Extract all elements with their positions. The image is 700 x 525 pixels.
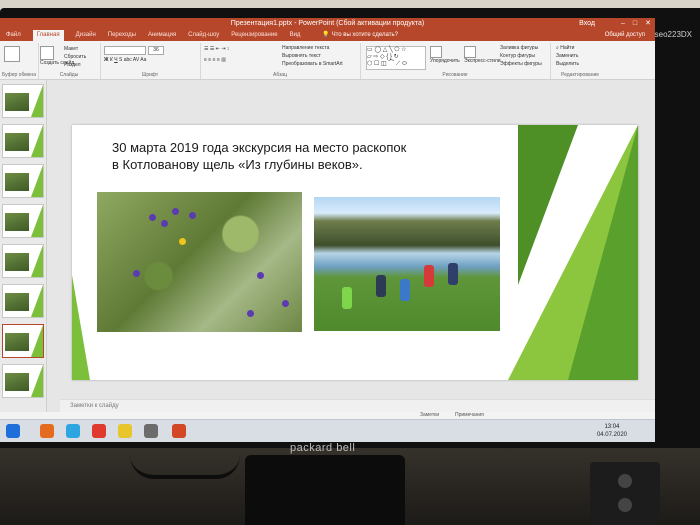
find-button[interactable]: ⌕ Найти [556,45,574,51]
tab-animation[interactable]: Анимация [148,30,176,41]
minimize-icon[interactable]: – [621,18,625,30]
slide-thumbnail[interactable] [2,164,44,198]
slide-thumbnails-panel [0,80,47,412]
notes-placeholder: Заметки к слайду [70,403,119,409]
ribbon-tabs: Файл Главная Дизайн Переходы Анимация Сл… [0,30,655,41]
paste-icon[interactable] [4,46,22,62]
search-icon: ⌕ [556,45,559,51]
firefox-icon[interactable] [40,424,54,438]
smartart-button[interactable]: Преобразовать в SmartArt [282,61,343,67]
title-bar: Презентация1.pptx - PowerPoint (Сбой акт… [0,18,655,30]
workspace: 30 марта 2019 года экскурсия на место ра… [0,80,655,412]
maximize-icon[interactable]: □ [633,18,637,30]
speaker-button [618,474,632,488]
yandex-icon[interactable] [92,424,106,438]
tab-design[interactable]: Дизайн [76,30,96,41]
font-size-input[interactable]: 36 [148,46,164,55]
ribbon: Буфер обмена Создать слайд Макет Сбросит… [0,41,655,80]
slide-canvas[interactable]: 30 марта 2019 года экскурсия на место ра… [72,125,638,380]
start-icon[interactable] [6,424,20,438]
slide-thumbnail[interactable] [2,364,44,398]
tab-slideshow[interactable]: Слайд-шоу [188,30,219,41]
bullets-icon[interactable]: ☰ ☰ ⇤ ⇥ ↕ [204,46,229,52]
quick-styles-button[interactable]: Экспресс-стили [464,46,501,64]
shape-effects-button[interactable]: Эффекты фигуры [500,61,542,67]
group-drawing: ▭ ◯ △ ╲ ⬠ ☆ ▱ ⇨ ◇ { } ↻ ⬡ ☐ ◫ ⌒ ⟋ ⬭ Упоряд… [360,43,551,79]
shape-outline-button[interactable]: Контур фигуры [500,53,535,59]
group-editing: ⌕ Найти Заменить Выделить Редактирование [556,45,600,78]
shapes-gallery[interactable]: ▭ ◯ △ ╲ ⬠ ☆ ▱ ⇨ ◇ { } ↻ ⬡ ☐ ◫ ⌒ ⟋ ⬭ [366,46,426,70]
arrange-button[interactable]: Упорядочить [430,46,460,64]
bold-icon[interactable]: Ж К Ч S abc AV Aa [104,57,146,63]
tab-file[interactable]: Файл [6,30,21,41]
slide-thumbnail[interactable] [2,124,44,158]
monitor-logo: packard bell [290,442,356,454]
speaker [590,462,660,525]
share-button[interactable]: Общий доступ [605,30,645,41]
reset-button[interactable]: Сбросить [64,54,86,60]
shape-fill-button[interactable]: Заливка фигуры [500,45,538,51]
group-font: 36 Ж К Ч S abc AV Aa Шрифт [100,43,201,79]
group-slides: Создать слайд Макет Сбросить Раздел Слай… [38,43,101,79]
replace-button[interactable]: Заменить [556,53,578,59]
slide-thumbnail[interactable] [2,204,44,238]
slide-decoration [72,275,90,380]
slide-thumbnail-selected[interactable] [2,324,44,358]
window-controls: – □ ✕ [621,18,651,30]
group-clipboard: Буфер обмена [0,43,39,79]
taskbar: 13:04 04.07.2020 [0,419,655,442]
notes-button[interactable]: Заметки [420,412,439,418]
tab-view[interactable]: Вид [290,30,301,41]
slide-decoration [568,125,638,380]
slide-thumbnail[interactable] [2,244,44,278]
monitor-stand [245,455,405,525]
telegram-icon[interactable] [66,424,80,438]
tab-transitions[interactable]: Переходы [108,30,136,41]
lightbulb-icon: 💡 [322,32,330,38]
notes-pane[interactable]: Заметки к слайду [60,399,655,412]
font-name-input[interactable] [104,46,146,55]
photo-excursion-group[interactable] [314,197,500,331]
slide-title[interactable]: 30 марта 2019 года экскурсия на место ра… [112,139,512,173]
cable [130,455,240,479]
signin-link[interactable]: Вход [579,18,595,30]
section-button[interactable]: Раздел [64,62,81,68]
slide-thumbnail[interactable] [2,284,44,318]
slide-thumbnail[interactable] [2,84,44,118]
slide-decoration [518,125,578,285]
text-direction-button[interactable]: Направление текста [282,45,329,51]
tab-review[interactable]: Рецензирование [231,30,277,41]
comments-button[interactable]: Примечания [455,412,484,418]
close-icon[interactable]: ✕ [645,18,651,30]
tab-home[interactable]: Главная [32,30,64,41]
align-text-button[interactable]: Выровнять текст [282,53,321,59]
select-button[interactable]: Выделить [556,61,579,67]
window-title: Презентация1.pptx - PowerPoint (Сбой акт… [230,20,425,27]
app-icon[interactable] [144,424,158,438]
group-paragraph: ☰ ☰ ⇤ ⇥ ↕ ≡ ≡ ≡ ≡ ▥ Направление текста В… [200,43,361,79]
tell-me-search[interactable]: 💡 Что вы хотите сделать? [322,30,397,41]
photo-flowers[interactable] [97,192,302,332]
system-clock: 13:04 04.07.2020 [596,424,627,438]
chrome-icon[interactable] [118,424,132,438]
speaker-button [618,498,632,512]
layout-button[interactable]: Макет [64,46,78,52]
powerpoint-taskbar-icon[interactable] [172,424,186,438]
align-icon[interactable]: ≡ ≡ ≡ ≡ ▥ [204,57,226,63]
screen: Презентация1.pptx - PowerPoint (Сбой акт… [0,18,655,442]
